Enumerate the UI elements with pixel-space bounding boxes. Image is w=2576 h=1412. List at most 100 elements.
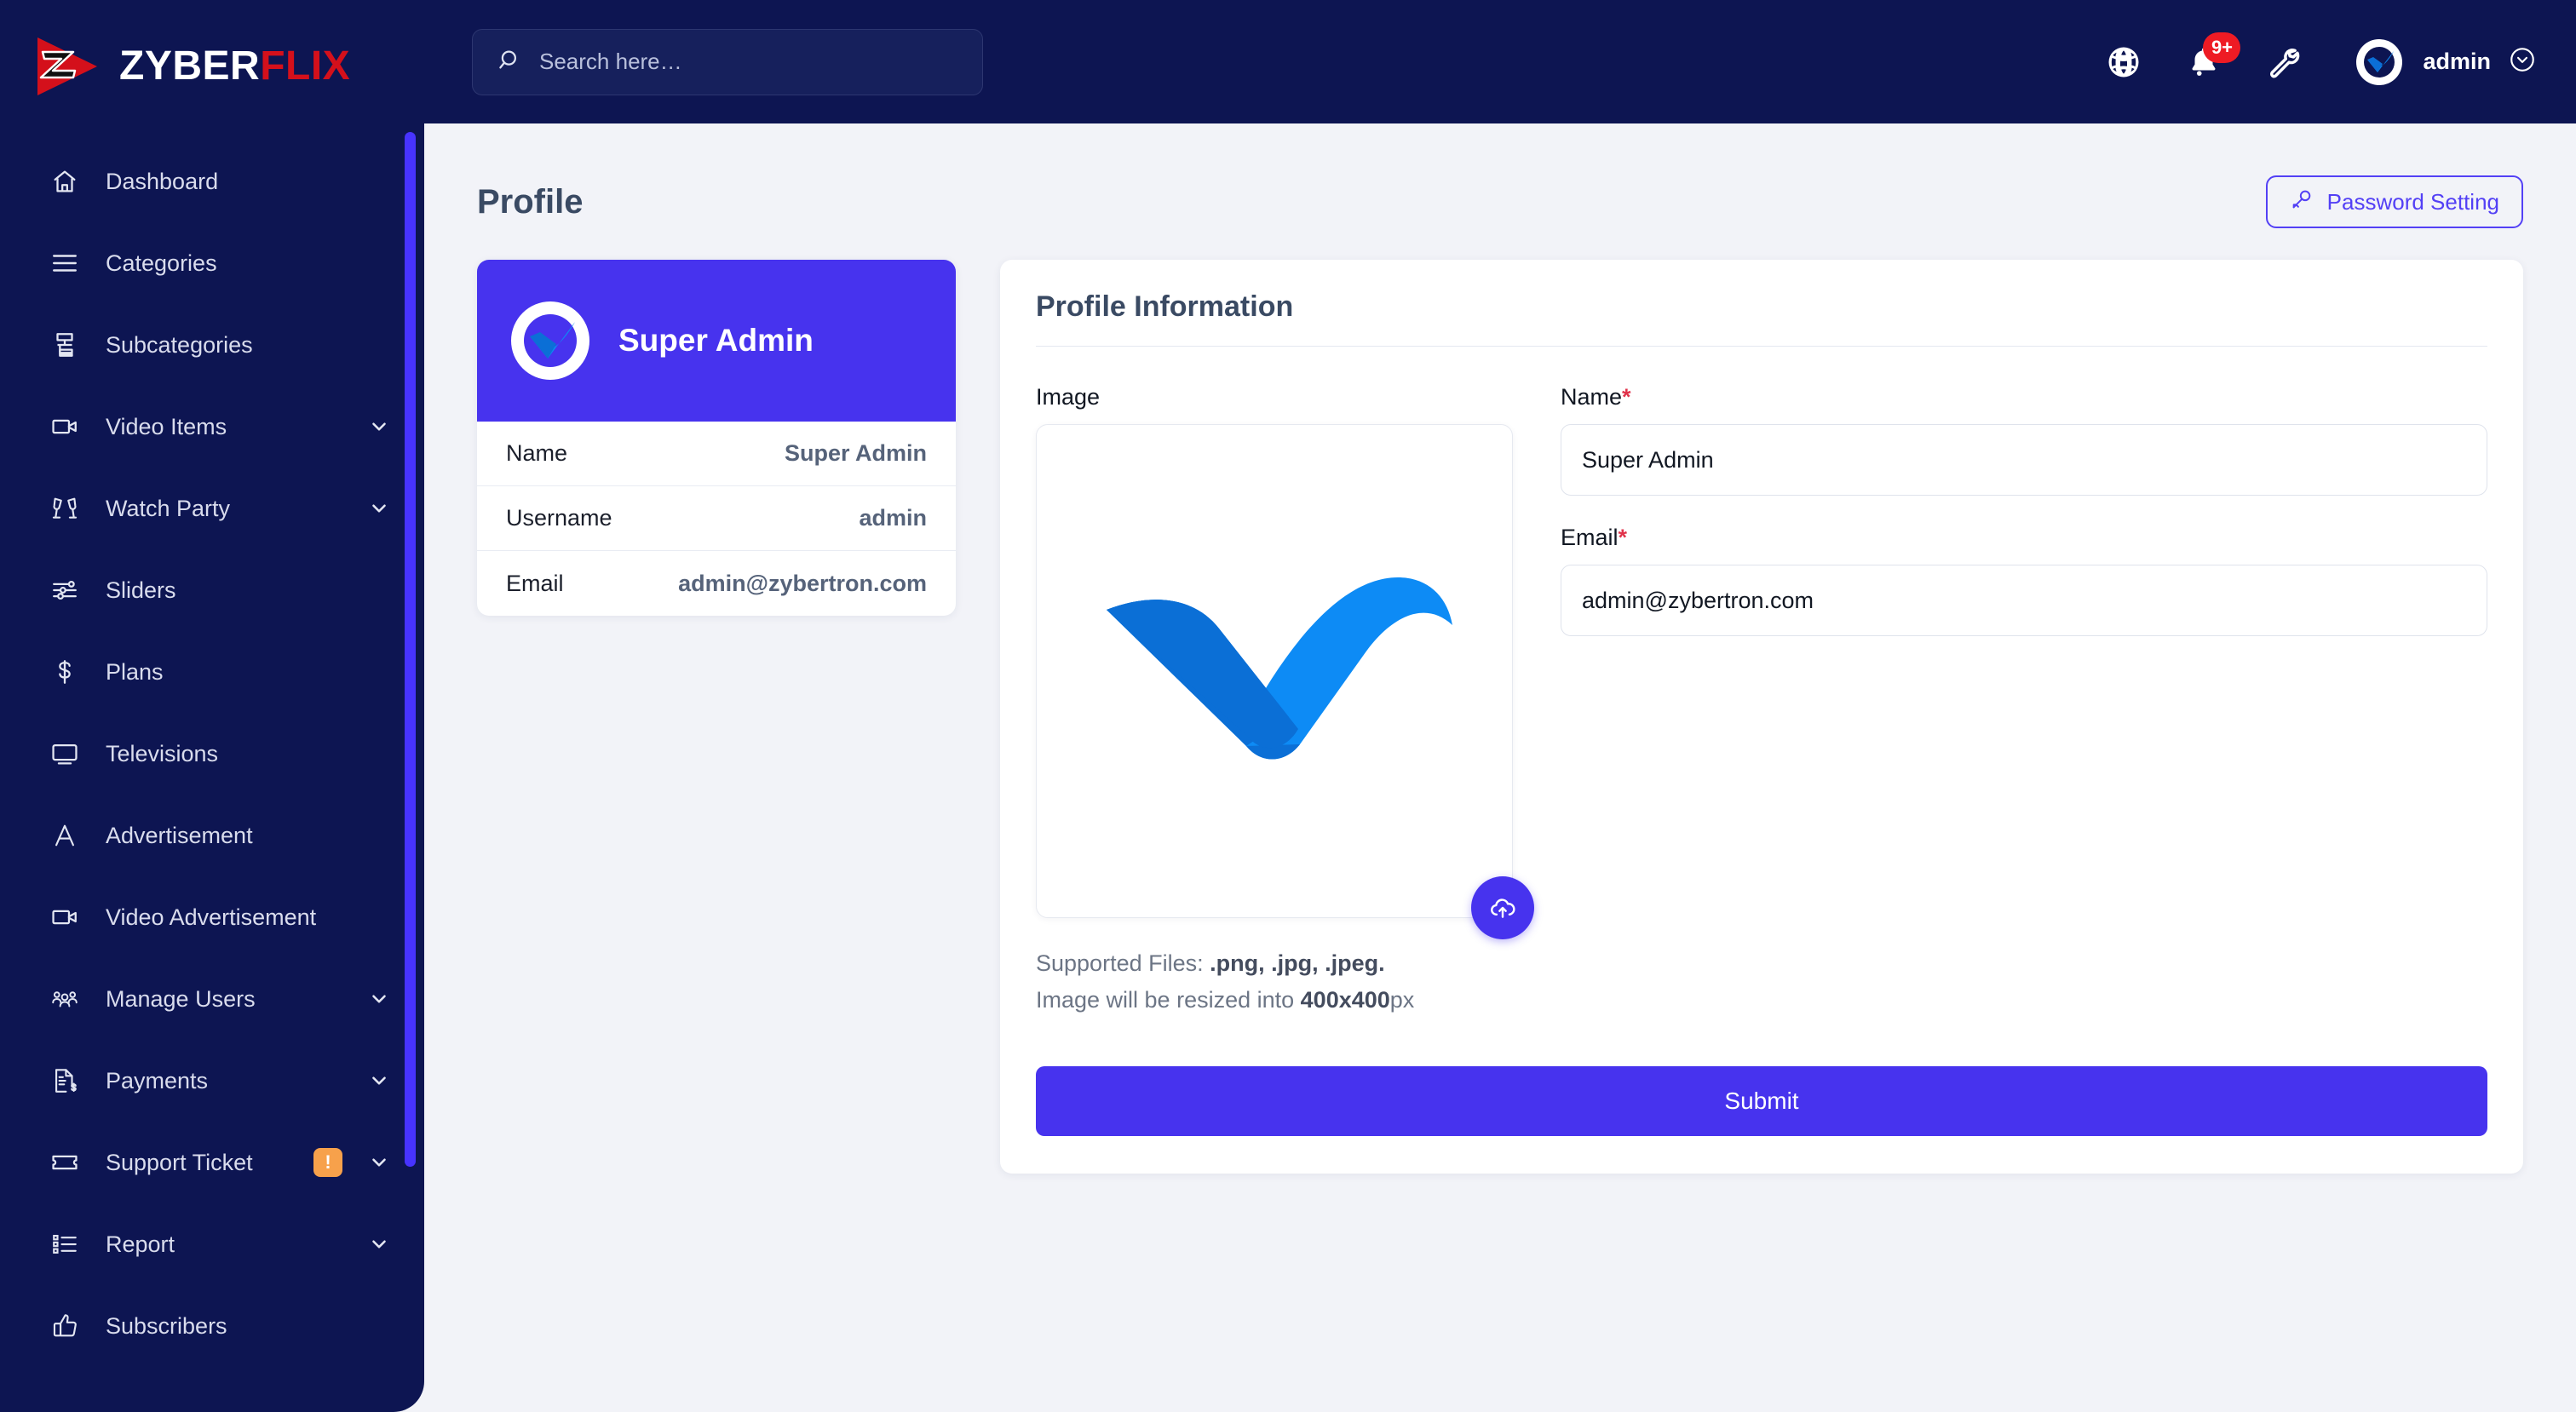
cloud-upload-button[interactable]: [1471, 876, 1534, 939]
sidebar-item-advertisement[interactable]: Advertisement: [0, 795, 424, 876]
profile-card-name: Super Admin: [618, 323, 814, 358]
sidebar-item-payments[interactable]: Payments: [0, 1040, 424, 1122]
check-avatar-icon: [506, 296, 595, 385]
sidebar-item-video-items[interactable]: Video Items: [0, 386, 424, 468]
sitemap-icon: [49, 330, 80, 360]
required-asterisk: *: [1622, 384, 1631, 410]
profile-summary-card: Super Admin Name Super Admin Username ad…: [477, 260, 956, 616]
name-input[interactable]: [1561, 424, 2487, 496]
image-preview-box[interactable]: [1036, 424, 1534, 939]
sidebar-item-label: Dashboard: [106, 168, 219, 194]
check-avatar-icon: [2353, 36, 2406, 89]
sidebar-item-support-ticket[interactable]: Support Ticket !: [0, 1122, 424, 1203]
divider: [1036, 346, 2487, 347]
chevron-down-icon[interactable]: [368, 1070, 390, 1092]
chevron-down-icon[interactable]: [368, 497, 390, 519]
sidebar-item-dashboard[interactable]: Dashboard: [0, 141, 424, 222]
sidebar-item-subcategories[interactable]: Subcategories: [0, 304, 424, 386]
chevron-down-icon[interactable]: [368, 416, 390, 438]
user-name-label: admin: [2423, 49, 2491, 74]
sidebar-item-label: Watch Party: [106, 495, 231, 521]
sidebar-item-label: Manage Users: [106, 985, 256, 1012]
brand-name-red: FLIX: [260, 43, 351, 89]
hint-supported-prefix: Supported Files:: [1036, 950, 1210, 976]
brand-name-white: ZYBER: [119, 43, 261, 89]
image-column: Image Supported Files: .png, .jpg, .jpeg…: [1036, 384, 1534, 1019]
email-label: Email*: [1561, 525, 2487, 551]
row-key: Email: [506, 570, 564, 596]
submit-button[interactable]: Submit: [1036, 1066, 2487, 1137]
page-header: Profile Password Setting: [424, 168, 2576, 236]
sidebar-item-label: Televisions: [106, 740, 219, 766]
topbar: 9+ admin: [424, 0, 2576, 123]
sidebar-item-label: Advertisement: [106, 822, 253, 848]
thumbs-up-icon: [49, 1311, 80, 1341]
table-row: Email admin@zybertron.com: [477, 551, 956, 616]
brand-text: ZYBERFLIX: [119, 43, 350, 89]
sidebar-item-label: Report: [106, 1231, 175, 1257]
brand-logo[interactable]: ZYBERFLIX: [0, 0, 424, 132]
blue-check-swoosh-icon: [1091, 543, 1458, 799]
sidebar-nav: Dashboard Categories Subcategories Video…: [0, 132, 424, 1367]
profile-information-title: Profile Information: [1036, 290, 1294, 323]
sidebar-item-video-advertisement[interactable]: Video Advertisement: [0, 876, 424, 958]
dollar-icon: [49, 657, 80, 687]
users-group-icon: [49, 984, 80, 1014]
email-input[interactable]: [1561, 565, 2487, 636]
sliders-icon: [49, 575, 80, 606]
notification-count-badge: 9+: [2203, 32, 2241, 63]
search-box[interactable]: [472, 28, 983, 95]
row-value: Super Admin: [784, 440, 927, 466]
name-label-text: Name: [1561, 384, 1623, 410]
sidebar-item-watch-party[interactable]: Watch Party: [0, 468, 424, 549]
sidebar-item-sliders[interactable]: Sliders: [0, 549, 424, 631]
required-asterisk: *: [1618, 525, 1628, 550]
sidebar-item-label: Video Items: [106, 413, 227, 439]
row-value: admin@zybertron.com: [678, 570, 927, 596]
chevron-down-icon[interactable]: [368, 988, 390, 1010]
wrench-icon[interactable]: [2264, 43, 2303, 82]
ticket-icon: [49, 1147, 80, 1178]
user-menu[interactable]: admin: [2353, 36, 2537, 89]
video-camera-icon: [49, 902, 80, 933]
cheers-glasses-icon: [49, 493, 80, 524]
chevron-down-icon[interactable]: [368, 1233, 390, 1255]
video-camera-icon: [49, 411, 80, 442]
sidebar-item-categories[interactable]: Categories: [0, 222, 424, 304]
hint-line-2: Image will be resized into 400x400px: [1036, 982, 1513, 1019]
sidebar-item-plans[interactable]: Plans: [0, 631, 424, 713]
sidebar-item-report[interactable]: Report: [0, 1203, 424, 1285]
search-icon: [497, 47, 522, 77]
row-value: admin: [859, 505, 927, 531]
globe-icon[interactable]: [2104, 43, 2143, 82]
fields-column: Name* Email*: [1561, 384, 2487, 636]
bell-icon[interactable]: 9+: [2184, 32, 2241, 82]
chevron-down-icon[interactable]: [368, 1151, 390, 1174]
bullet-list-icon: [49, 1229, 80, 1260]
table-row: Name Super Admin: [477, 422, 956, 486]
sidebar-item-label: Video Advertisement: [106, 904, 317, 930]
chevron-down-circle-icon[interactable]: [2508, 45, 2537, 78]
sidebar-item-label: Subcategories: [106, 331, 253, 358]
hint-resize-size: 400x400: [1300, 987, 1390, 1013]
sidebar-item-manage-users[interactable]: Manage Users: [0, 958, 424, 1040]
name-label: Name*: [1561, 384, 2487, 410]
sidebar-item-televisions[interactable]: Televisions: [0, 713, 424, 795]
status-badge: !: [313, 1148, 342, 1177]
email-label-text: Email: [1561, 525, 1619, 550]
profile-form: Image Supported Files: .png, .jpg, .jpeg…: [1036, 384, 2487, 1019]
monitor-icon: [49, 738, 80, 769]
sidebar-scrollbar[interactable]: [405, 132, 416, 1167]
hint-resize-suffix: px: [1389, 987, 1415, 1013]
main-area: 9+ admin: [424, 0, 2576, 1412]
search-input[interactable]: [539, 49, 958, 75]
hint-resize-prefix: Image will be resized into: [1036, 987, 1301, 1013]
app-root: ZYBERFLIX Dashboard Categories Subcatego: [0, 0, 2576, 1412]
profile-information-card: Profile Information Image Supported File…: [1000, 260, 2523, 1174]
key-icon: [2290, 187, 2314, 217]
password-setting-button[interactable]: Password Setting: [2265, 175, 2523, 228]
sidebar-item-subscribers[interactable]: Subscribers: [0, 1285, 424, 1367]
password-setting-label: Password Setting: [2326, 188, 2499, 215]
sidebar-item-label: Categories: [106, 250, 217, 276]
